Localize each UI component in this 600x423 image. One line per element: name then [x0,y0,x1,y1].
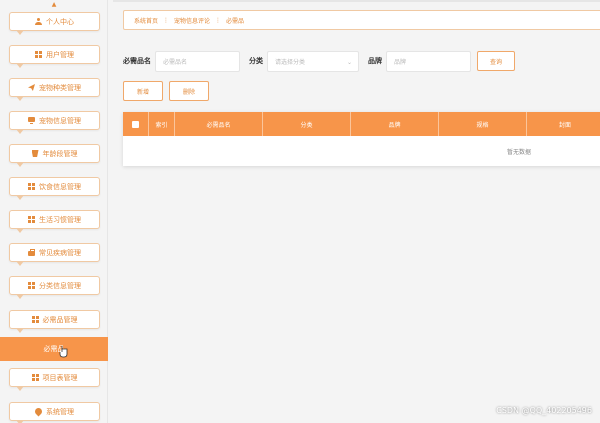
breadcrumb-home[interactable]: 系统首页 [134,16,158,25]
sidebar-item-system[interactable]: 系统管理 [9,402,100,423]
category-placeholder: 请选择分类 [275,58,306,66]
checkbox-icon [132,120,139,128]
search-button[interactable]: 查询 [477,51,515,71]
main-content: 系统首页 ⋮ 宠物信息评论 ⋮ 必需品 必需品名 必需品名 分类 请选择分类 ⌄… [113,0,600,423]
category-select[interactable]: 请选择分类 ⌄ [267,50,359,72]
sidebar-item-label: 用户管理 [46,50,74,59]
sidebar-item-label: 系统管理 [46,407,74,416]
action-bar: 新增 删除 [123,81,209,101]
select-all-checkbox[interactable] [123,112,149,136]
sidebar-item-label: 宠物信息管理 [39,116,81,125]
sidebar-item-label: 分类信息管理 [39,281,81,290]
sidebar-item-label: 宠物种类管理 [39,83,81,92]
breadcrumb-current: 必需品 [226,17,245,25]
sidebar-item-label: 常见疾病管理 [39,248,81,257]
category-label: 分类 [249,57,263,65]
grid-icon [28,183,35,190]
name-label: 必需品名 [123,57,151,65]
name-placeholder: 必需品名 [163,58,188,66]
sidebar-item-pet-species[interactable]: 宠物种类管理 [9,78,100,101]
sidebar-item-label: 生活习惯管理 [39,215,81,224]
column-header: 规格 [439,112,527,136]
sidebar-item-diseases[interactable]: 常见疾病管理 [9,243,100,266]
watermark: CSDN @QQ_402205496 [496,406,592,415]
brand-input[interactable]: 品牌 [386,50,471,72]
add-button[interactable]: 新增 [123,81,163,101]
grid-icon [31,374,39,381]
column-header: 品牌 [351,112,439,136]
breadcrumb: 系统首页 ⋮ 宠物信息评论 ⋮ 必需品 [123,10,600,30]
send-icon [28,84,35,91]
brand-label: 品牌 [368,57,382,65]
sidebar-item-project-table[interactable]: 项目表管理 [9,368,100,391]
sidebar-item-label: 必需品管理 [42,315,78,324]
column-header: 封面 [558,121,571,129]
sidebar-item-user-management[interactable]: 用户管理 [9,45,100,68]
user-icon [35,18,42,25]
top-divider [113,0,600,2]
column-header: 分类 [263,112,351,136]
table-header: 索引 必需品名 分类 品牌 规格 封面 [123,112,600,136]
sidebar-item-label: 个人中心 [46,17,74,26]
brand-placeholder: 品牌 [394,58,407,66]
column-header: 必需品名 [175,112,263,136]
empty-state: 暂无数据 [506,148,531,156]
sidebar-item-age-group[interactable]: 年龄段管理 [9,144,100,167]
sidebar-item-essentials[interactable]: 必需品 [0,337,108,361]
sidebar-item-diet-info[interactable]: 饮食信息管理 [9,177,100,200]
delete-button[interactable]: 删除 [169,81,209,101]
chevron-down-icon: ⌄ [346,58,352,66]
briefcase-icon [28,249,35,256]
pin-icon [33,406,44,417]
hand-cursor-icon [59,346,68,358]
grid-icon [35,51,42,58]
cup-icon [31,150,39,157]
data-table: 索引 必需品名 分类 品牌 规格 封面 暂无数据 [123,112,600,166]
sidebar-item-pet-info[interactable]: 宠物信息管理 [9,111,100,134]
breadcrumb-separator-icon: ⋮ [215,16,222,24]
grid-icon [28,216,35,223]
sidebar-item-personal-center[interactable]: 个人中心 [9,12,100,35]
monitor-icon [28,117,35,124]
sidebar-item-label: 饮食信息管理 [39,182,81,191]
grid-icon [31,316,39,323]
sidebar: ▲ 个人中心 用户管理 宠物种类管理 宠物信息管理 年龄段管理 饮食信息管理 生… [0,0,108,423]
sidebar-item-essentials-management[interactable]: 必需品管理 [9,310,100,333]
chevron-up-icon: ▲ [51,1,57,8]
search-bar: 必需品名 必需品名 分类 请选择分类 ⌄ 品牌 品牌 查询 [123,50,515,72]
breadcrumb-section[interactable]: 宠物信息评论 [174,16,210,25]
sidebar-item-category-info[interactable]: 分类信息管理 [9,276,100,299]
grid-icon [28,282,35,289]
sidebar-item-habits[interactable]: 生活习惯管理 [9,210,100,233]
sidebar-item-label: 项目表管理 [42,373,78,382]
name-input[interactable]: 必需品名 [155,50,240,72]
column-header: 索引 [149,112,175,136]
sidebar-item-label: 年龄段管理 [42,149,78,158]
breadcrumb-separator-icon: ⋮ [163,16,170,24]
